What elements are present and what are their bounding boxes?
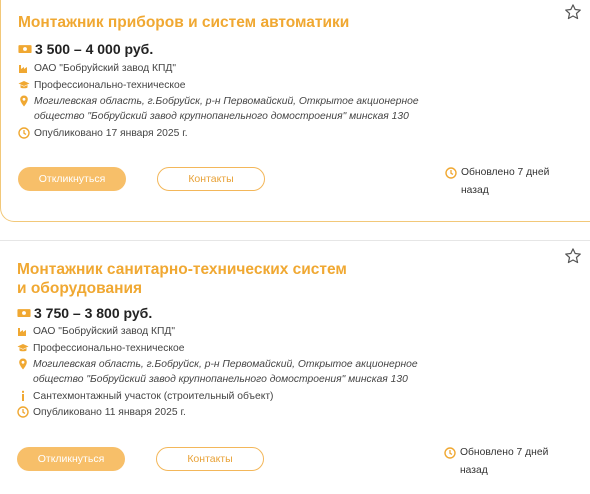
department: Сантехмонтажный участок (строительный об… xyxy=(33,391,274,402)
department-row: Сантехмонтажный участок (строительный об… xyxy=(17,389,273,404)
address-row: Могилевская область, г.Бобруйск, р-н Пер… xyxy=(18,94,434,124)
company-row: ОАО "Бобруйский завод КПД" xyxy=(17,324,175,339)
star-icon[interactable] xyxy=(564,3,582,21)
salary: 3 750 – 3 800 руб. xyxy=(17,305,152,321)
clock-icon xyxy=(444,447,456,459)
salary: 3 500 – 4 000 руб. xyxy=(18,41,153,57)
published-date: Опубликовано 11 января 2025 г. xyxy=(33,407,186,418)
address: Могилевская область, г.Бобруйск, р-н Пер… xyxy=(33,359,418,385)
salary-value: 3 750 – 3 800 руб. xyxy=(34,305,153,321)
vacancy-title[interactable]: Монтажник санитарно-технических систем и… xyxy=(17,260,357,298)
apply-button[interactable]: Откликнуться xyxy=(17,447,125,471)
salary-value: 3 500 – 4 000 руб. xyxy=(35,41,154,57)
location-pin-icon xyxy=(20,95,28,107)
location-pin-icon xyxy=(19,358,27,370)
published-date: Опубликовано 17 января 2025 г. xyxy=(34,128,188,139)
apply-button[interactable]: Откликнуться xyxy=(18,167,126,191)
company-name[interactable]: ОАО "Бобруйский завод КПД" xyxy=(33,324,175,339)
vacancy-card: Монтажник санитарно-технических систем и… xyxy=(0,240,590,494)
clock-icon xyxy=(18,127,30,139)
money-icon xyxy=(17,309,31,317)
updated-info: Обновлено 7 дней назад xyxy=(445,164,556,200)
updated-info: Обновлено 7 дней назад xyxy=(444,444,555,480)
contacts-button[interactable]: Контакты xyxy=(157,167,265,191)
vacancy-title[interactable]: Монтажник приборов и систем автоматики xyxy=(18,13,358,32)
education-row: Профессионально-техническое xyxy=(18,78,185,93)
published-row: Опубликовано 11 января 2025 г. xyxy=(17,405,186,420)
updated-text: Обновлено 7 дней назад xyxy=(460,447,549,476)
star-icon[interactable] xyxy=(564,247,582,265)
published-row: Опубликовано 17 января 2025 г. xyxy=(18,126,188,141)
money-icon xyxy=(18,45,32,53)
education-level: Профессионально-техническое xyxy=(33,343,185,354)
address: Могилевская область, г.Бобруйск, р-н Пер… xyxy=(34,96,419,122)
info-icon xyxy=(22,390,24,401)
company-row: ОАО "Бобруйский завод КПД" xyxy=(18,61,176,76)
vacancy-card: Монтажник приборов и систем автоматики 3… xyxy=(0,0,590,222)
contacts-button[interactable]: Контакты xyxy=(156,447,264,471)
graduation-cap-icon xyxy=(18,81,30,89)
education-row: Профессионально-техническое xyxy=(17,341,184,356)
graduation-cap-icon xyxy=(17,344,29,352)
updated-text: Обновлено 7 дней назад xyxy=(461,167,550,196)
factory-icon xyxy=(18,328,26,336)
company-name[interactable]: ОАО "Бобруйский завод КПД" xyxy=(34,61,176,76)
factory-icon xyxy=(19,65,27,73)
clock-icon xyxy=(445,167,457,179)
education-level: Профессионально-техническое xyxy=(34,80,186,91)
address-row: Могилевская область, г.Бобруйск, р-н Пер… xyxy=(17,357,433,387)
clock-icon xyxy=(17,406,29,418)
